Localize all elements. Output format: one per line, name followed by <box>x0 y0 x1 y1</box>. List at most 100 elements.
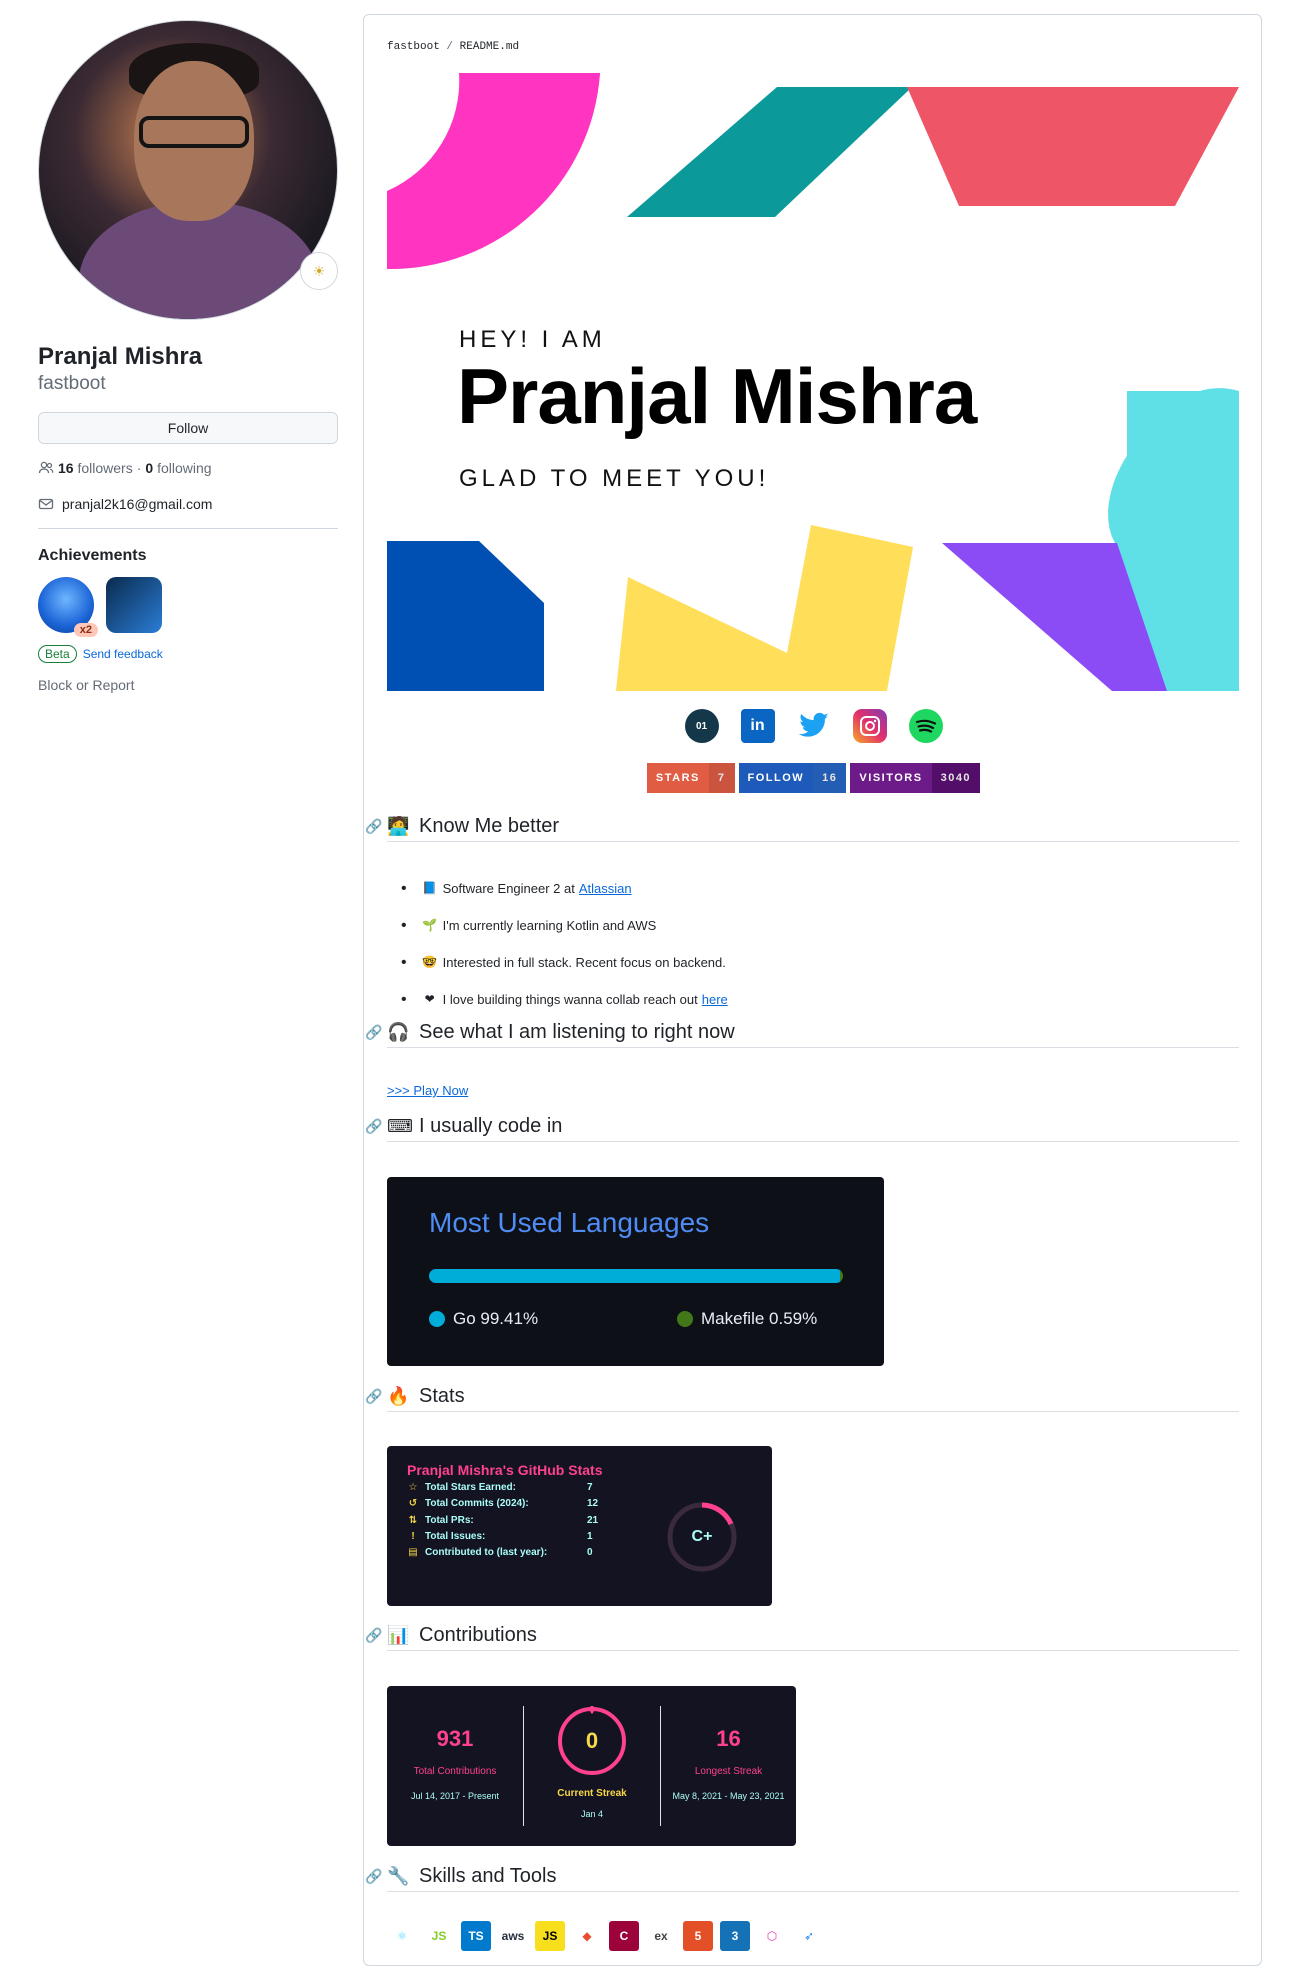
section-title: Know Me better <box>419 815 560 837</box>
longest-streak: 16 Longest Streak May 8, 2021 - May 23, … <box>672 1726 785 1801</box>
nodejs-icon[interactable]: JS <box>424 1921 454 1951</box>
spotify-icon[interactable] <box>908 709 943 743</box>
divider <box>38 528 338 529</box>
profile-name: Pranjal Mishra <box>38 343 203 370</box>
shield-visitors[interactable]: VISITORS 3040 <box>850 763 981 793</box>
pull-shark-badge[interactable]: x2 <box>38 577 98 637</box>
section-title: Skills and Tools <box>419 1865 557 1887</box>
commits-icon: ↺ <box>408 1498 418 1510</box>
fire-icon: 🔥 <box>387 1386 410 1406</box>
social-links: 01 in <box>364 709 1263 743</box>
stat-row: ▤ Contributed to (last year): 0 <box>408 1547 593 1559</box>
javascript-icon[interactable]: JS <box>535 1921 565 1951</box>
avatar-container: ☀ <box>38 20 338 320</box>
rank-label: C+ <box>691 1528 713 1545</box>
language-bar-segment <box>429 1269 840 1283</box>
section-title: I usually code in <box>419 1115 563 1137</box>
bullet-link[interactable]: here <box>702 981 728 1018</box>
languages-title: Most Used Languages <box>429 1207 710 1238</box>
avatar[interactable] <box>38 20 338 320</box>
headphones-icon: 🎧 <box>387 1022 410 1042</box>
languages-card: Most Used Languages Go 99.41% Makefile 0… <box>387 1177 884 1366</box>
stats-heading: 🔗 🔥 Stats <box>365 1382 1239 1412</box>
technologist-icon: 🧑‍💻 <box>387 816 410 836</box>
achievement-badges: x2 <box>38 577 338 637</box>
breadcrumb: fastboot / README.md <box>387 41 520 53</box>
anchor-link-icon[interactable]: 🔗 <box>365 1024 382 1041</box>
section-title: Contributions <box>419 1624 537 1646</box>
contributions-heading: 🔗 📊 Contributions <box>365 1621 1239 1651</box>
stat-row: ↺ Total Commits (2024): 12 <box>408 1498 599 1510</box>
crumb-repo[interactable]: fastboot <box>387 41 440 53</box>
status-emoji-icon[interactable]: ☀ <box>300 252 338 290</box>
send-feedback-link[interactable]: Send feedback <box>83 647 163 661</box>
section-title: See what I am listening to right now <box>419 1021 735 1043</box>
followers-row: 16 followers · 0 following <box>38 460 338 476</box>
beta-label: Beta <box>38 645 77 663</box>
css3-icon[interactable]: 3 <box>720 1921 750 1951</box>
know-me-heading: 🔗 🧑‍💻 Know Me better <box>365 812 1239 842</box>
shield-stars[interactable]: STARS 7 <box>646 763 735 793</box>
twitter-icon[interactable] <box>797 709 831 743</box>
typescript-icon[interactable]: TS <box>461 1921 491 1951</box>
current-streak: 0 Current Streak Jan 4 <box>524 1686 660 1846</box>
listening-heading: 🔗 🎧 See what I am listening to right now <box>365 1018 1239 1048</box>
anchor-link-icon[interactable]: 🔗 <box>365 1627 382 1644</box>
profile-sidebar: ☀ Pranjal Mishra fastboot Follow 16 foll… <box>38 20 338 693</box>
language-legend-go: Go 99.41% <box>429 1309 538 1329</box>
banner-name: Pranjal Mishra <box>457 352 977 440</box>
crumb-file: README.md <box>459 41 520 53</box>
followers-link[interactable]: 16 followers <box>58 460 133 476</box>
achievements-title: Achievements <box>38 547 147 564</box>
jira-icon[interactable]: ➶ <box>794 1921 824 1951</box>
email-link[interactable]: pranjal2k16@gmail.com <box>62 496 212 512</box>
star-icon: ☆ <box>408 1482 418 1493</box>
readme-box: fastboot / README.md HEY! I AM Pranjal M… <box>363 14 1262 1966</box>
list-item: 🤓Interested in full stack. Recent focus … <box>401 944 728 981</box>
stat-row: ! Total Issues: 1 <box>407 1531 617 1542</box>
section-title: Stats <box>419 1385 465 1407</box>
anchor-link-icon[interactable]: 🔗 <box>365 818 382 835</box>
express-icon[interactable]: ex <box>646 1921 676 1951</box>
skills-icons: ⚛ JS TS aws JS ◆ Cex 5 3 ⬡ ➶ <box>387 1921 824 1951</box>
language-bar-segment <box>840 1269 843 1283</box>
code-icon[interactable]: 01 <box>684 709 719 743</box>
graphql-icon[interactable]: ⬡ <box>757 1921 787 1951</box>
total-contributions: 931 Total Contributions Jul 14, 2017 - P… <box>410 1726 500 1801</box>
stat-row: ☆ Total Stars Earned: 7 <box>408 1482 593 1493</box>
block-report-link[interactable]: Block or Report <box>38 677 338 693</box>
anchor-link-icon[interactable]: 🔗 <box>365 1868 382 1885</box>
quickdraw-badge[interactable] <box>106 577 162 633</box>
issue-icon: ! <box>411 1530 415 1542</box>
shield-follow[interactable]: FOLLOW 16 <box>738 763 847 793</box>
email-row: pranjal2k16@gmail.com <box>38 496 338 512</box>
list-item: 📘Software Engineer 2 atAtlassian <box>401 870 728 907</box>
instagram-icon[interactable] <box>852 709 887 743</box>
list-item: ❤I love building things wanna collab rea… <box>401 981 728 1018</box>
cplusplus-icon[interactable]: C <box>609 1921 639 1951</box>
rank-circle: C+ <box>667 1502 737 1572</box>
badge-multiplier: x2 <box>73 623 98 637</box>
pr-icon: ⇅ <box>408 1514 418 1526</box>
wrench-icon: 🔧 <box>387 1866 410 1886</box>
play-now-link[interactable]: >>> Play Now <box>387 1083 468 1098</box>
list-item: 🌱I'm currently learning Kotlin and AWS <box>401 907 728 944</box>
git-icon[interactable]: ◆ <box>572 1921 602 1951</box>
chart-icon: 📊 <box>387 1625 410 1645</box>
linkedin-icon[interactable]: in <box>740 709 775 743</box>
profile-login: fastboot <box>38 373 106 394</box>
mail-icon <box>38 498 54 510</box>
anchor-link-icon[interactable]: 🔗 <box>365 1388 382 1405</box>
skills-heading: 🔗 🔧 Skills and Tools <box>365 1862 1239 1892</box>
aws-icon[interactable]: aws <box>498 1921 528 1951</box>
languages-bar <box>429 1269 843 1283</box>
follow-button[interactable]: Follow <box>38 412 338 444</box>
html5-icon[interactable]: 5 <box>683 1921 713 1951</box>
code-in-heading: 🔗 ⌨ I usually code in <box>365 1112 1239 1142</box>
bullet-link[interactable]: Atlassian <box>579 870 632 907</box>
following-link[interactable]: 0 following <box>145 460 211 476</box>
streak-card: 931 Total Contributions Jul 14, 2017 - P… <box>387 1686 796 1846</box>
react-icon[interactable]: ⚛ <box>387 1921 417 1951</box>
anchor-link-icon[interactable]: 🔗 <box>365 1118 382 1135</box>
readme-banner: HEY! I AM Pranjal Mishra GLAD TO MEET YO… <box>387 73 1239 693</box>
